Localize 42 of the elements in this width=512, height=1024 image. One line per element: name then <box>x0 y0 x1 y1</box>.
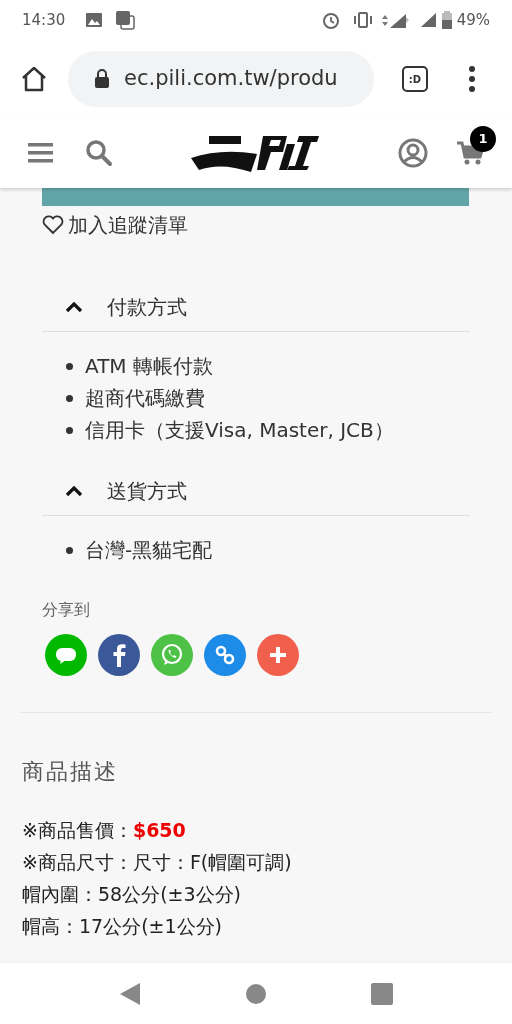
accordion-header[interactable]: 送貨方式 <box>42 466 470 516</box>
list-item: 台灣-黑貓宅配 <box>66 536 213 564</box>
section-title: 送貨方式 <box>107 477 187 505</box>
back-icon[interactable] <box>119 981 141 1006</box>
battery-level: 49% <box>456 9 490 31</box>
alarm-icon <box>321 11 340 29</box>
menu-icon[interactable] <box>468 66 476 92</box>
battery-icon <box>441 11 452 29</box>
description-line: 帽內圍：58公分(±3公分) <box>22 882 241 907</box>
description-line: ※商品售價：$650 <box>22 818 186 843</box>
whatsapp-share-button[interactable] <box>151 634 193 676</box>
chevron-up-icon <box>64 299 84 314</box>
vibrate-icon <box>351 12 374 28</box>
search-icon[interactable] <box>85 139 113 167</box>
copy-link-button[interactable] <box>204 634 246 676</box>
image-icon <box>85 12 104 28</box>
list-item: 信用卡（支援Visa, Master, JCB） <box>66 416 394 444</box>
description-line: ※商品尺寸：尺寸：F(帽圍可調) <box>22 850 292 875</box>
recents-icon[interactable] <box>371 982 393 1005</box>
description-line: 帽高：17公分(±1公分) <box>22 914 222 939</box>
signal-icon <box>419 12 438 28</box>
list-item: 超商代碼繳費 <box>66 384 205 412</box>
accordion-header[interactable]: 付款方式 <box>42 282 470 332</box>
section-title: 付款方式 <box>107 293 187 321</box>
wishlist-link[interactable]: 加入追蹤清單 <box>42 210 188 240</box>
account-icon[interactable] <box>398 138 428 168</box>
description-title: 商品描述 <box>22 758 118 786</box>
lock-icon <box>94 69 110 89</box>
url-text: ec.pili.com.tw/produ <box>124 65 338 93</box>
status-time: 14:30 <box>22 9 66 31</box>
facebook-share-button[interactable] <box>98 634 140 676</box>
list-item: ATM 轉帳付款 <box>66 352 213 380</box>
share-label: 分享到 <box>42 599 90 621</box>
home-icon[interactable] <box>20 65 48 93</box>
tabs-button[interactable]: :D <box>402 66 428 92</box>
more-share-button[interactable] <box>257 634 299 676</box>
cell-signal-icon <box>379 11 410 29</box>
heart-icon <box>42 215 64 235</box>
address-bar[interactable]: ec.pili.com.tw/produ <box>68 51 374 107</box>
line-share-button[interactable] <box>45 634 87 676</box>
chevron-up-icon <box>64 483 84 498</box>
cart-count: 1 <box>470 126 496 152</box>
